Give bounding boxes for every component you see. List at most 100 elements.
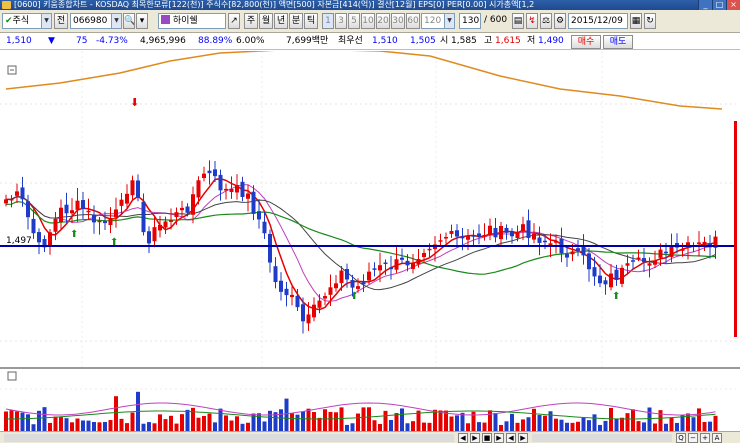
period-month-button[interactable]: 월 <box>259 13 273 29</box>
candle-body <box>4 199 8 204</box>
volume-bar <box>510 413 514 431</box>
volume-bar <box>653 423 657 431</box>
candle-body <box>9 198 14 201</box>
candle-body <box>141 201 146 233</box>
link-icon[interactable]: ↗ <box>228 13 240 29</box>
minute-60-button[interactable]: 60 <box>406 13 420 29</box>
chart-scrollbar[interactable] <box>4 434 454 442</box>
candle-body <box>526 220 531 238</box>
indicator-icon[interactable]: ↯ <box>526 13 538 29</box>
volume-bar <box>301 411 305 431</box>
candle-body <box>48 232 52 246</box>
minute-30-button[interactable]: 30 <box>391 13 405 29</box>
sell-button[interactable]: 매도 <box>603 35 633 49</box>
scroll-left-icon[interactable]: ◀ <box>458 433 468 443</box>
volume-bar <box>466 423 470 431</box>
range-slider[interactable] <box>532 434 672 442</box>
candle-body <box>400 257 404 260</box>
minute-120-select[interactable]: 120 ▼ <box>421 13 455 29</box>
code-input[interactable]: 066980 ▼ <box>70 13 122 29</box>
volume-bar <box>26 414 30 431</box>
candle-body <box>147 231 151 244</box>
jeon-button[interactable]: 전 <box>54 13 68 29</box>
candle-body <box>405 260 410 266</box>
zoom-out-icon[interactable]: − <box>688 433 698 443</box>
volume-pane-menu-icon[interactable] <box>7 371 17 381</box>
candle-body <box>603 280 608 285</box>
volume-pane[interactable] <box>0 369 740 431</box>
volume-bar <box>702 421 707 431</box>
settings-icon[interactable]: ⚙ <box>554 13 566 29</box>
scroll-right-icon[interactable]: ▶ <box>470 433 480 443</box>
volume-bar <box>4 411 8 431</box>
volume-bar <box>482 422 487 431</box>
low-label: 저 <box>527 36 536 46</box>
calendar-icon[interactable]: ▦ <box>630 13 642 29</box>
volume-bar <box>59 417 63 431</box>
volume-bar <box>103 421 107 431</box>
volume-bar <box>411 421 415 431</box>
navigation-bar: ◀ ▶ ■ ▶ ◀ ▶ Q − + A <box>0 431 740 443</box>
minute-3-button[interactable]: 3 <box>335 13 347 29</box>
candle-body <box>372 268 377 270</box>
period-year-button[interactable]: 년 <box>274 13 288 29</box>
candle-body <box>114 209 118 218</box>
candle-body <box>460 236 465 239</box>
volume-bar <box>642 422 646 431</box>
period-week-button[interactable]: 주 <box>244 13 258 29</box>
volume-bar <box>625 413 630 431</box>
compare-icon[interactable]: ⚖ <box>540 13 552 29</box>
volume-bar <box>581 417 586 431</box>
app-icon <box>2 1 11 9</box>
maximize-icon[interactable]: □ <box>712 0 726 10</box>
refresh-icon[interactable]: ↻ <box>644 13 656 29</box>
candle-body <box>455 230 459 237</box>
candle-body <box>180 207 184 211</box>
candle-body <box>438 240 443 242</box>
stop-icon[interactable]: ■ <box>482 433 492 443</box>
prev-icon[interactable]: ◀ <box>506 433 516 443</box>
minimize-icon[interactable]: _ <box>698 0 712 10</box>
candle-body <box>658 249 663 258</box>
minute-20-button[interactable]: 20 <box>376 13 390 29</box>
candle-body <box>312 304 316 318</box>
candle-body <box>554 241 558 243</box>
zoom-in-icon[interactable]: + <box>700 433 710 443</box>
zoom-icon[interactable]: Q <box>676 433 686 443</box>
count-input[interactable]: 130 <box>459 13 481 29</box>
market-select[interactable]: ✔주식 ▼ <box>2 13 52 29</box>
window-title: [0600] 키움종합차트 - KOSDAQ 최목한모류[122(천)] 주식수… <box>14 0 535 9</box>
period-tick-button[interactable]: 틱 <box>304 13 318 29</box>
open-price: 1,585 <box>451 36 477 46</box>
chart-type-icon[interactable]: ▤ <box>512 13 524 29</box>
candle-body <box>350 280 355 288</box>
stock-name-field[interactable]: 하이쉘 <box>158 13 226 29</box>
close-icon[interactable]: × <box>726 0 740 10</box>
period-minute-button[interactable]: 분 <box>289 13 303 29</box>
minute-10-button[interactable]: 10 <box>361 13 375 29</box>
date-input[interactable]: 2015/12/09 <box>568 13 628 29</box>
volume-bar <box>147 422 151 431</box>
reference-price-label: 1,497 <box>6 236 32 246</box>
candle-body <box>15 191 19 196</box>
volume-bar <box>554 418 558 431</box>
candle-body <box>422 252 426 258</box>
search-icon[interactable]: 🔍 <box>123 13 135 29</box>
volume-bar <box>246 422 250 431</box>
minute-5-button[interactable]: 5 <box>348 13 360 29</box>
next-icon[interactable]: ▶ <box>518 433 528 443</box>
volume-bar <box>422 422 426 431</box>
play-icon[interactable]: ▶ <box>494 433 504 443</box>
volume-bar <box>229 420 234 431</box>
auto-fit-icon[interactable]: A <box>712 433 722 443</box>
candle-body <box>466 235 470 240</box>
candle-body <box>224 188 228 191</box>
change-arrow-icon: ▼ <box>48 36 55 46</box>
buy-signal-arrow-icon: ⬆ <box>612 291 620 302</box>
volume-bar <box>240 423 245 431</box>
buy-button[interactable]: 매수 <box>571 35 601 49</box>
lookup-icon[interactable]: ▾ <box>136 13 148 29</box>
volume-bar <box>631 409 635 431</box>
price-pane[interactable]: 1,497 ⬇ ⬆ ⬆ ⬆ ⬆ <box>0 48 740 367</box>
minute-1-button[interactable]: 1 <box>322 13 334 29</box>
